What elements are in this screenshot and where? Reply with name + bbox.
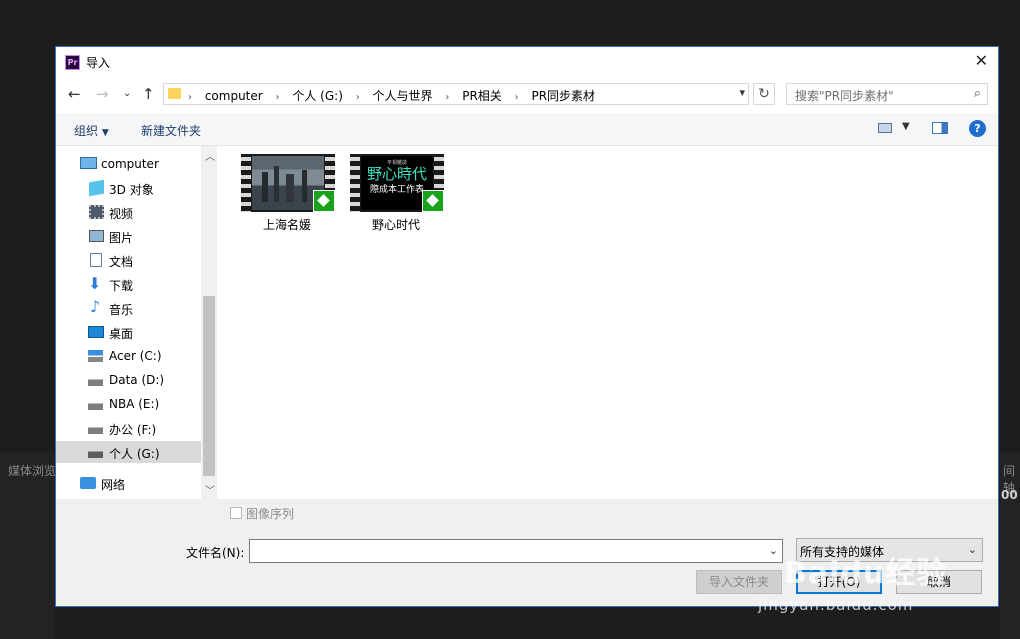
command-toolbar: 组织 ▼ 新建文件夹 ▼ ? [56,113,998,146]
watermark-brand: Baidu经验 [784,556,948,591]
file-name: 野心时代 [371,218,420,232]
breadcrumb: › computer › 个人 (G:) › 个人与世界 › PR相关 › PR… [188,89,596,103]
forward-arrow-icon[interactable]: → [96,85,109,103]
search-placeholder: 搜索"PR同步素材" [795,89,894,103]
sidebar-item-desktop[interactable]: 桌面 [56,321,201,343]
sidebar-item-network[interactable]: 网络 [56,472,201,494]
folder-icon [168,88,181,99]
download-icon: ⬇ [88,274,102,293]
sidebar-item-drive-g[interactable]: 个人 (G:) [56,441,201,463]
chevron-down-icon: ▼ [101,128,109,138]
network-icon [80,477,96,489]
chevron-down-icon[interactable]: ▼ [902,121,910,132]
close-icon[interactable]: ✕ [975,51,988,70]
address-bar[interactable]: › computer › 个人 (G:) › 个人与世界 › PR相关 › PR… [163,83,749,105]
breadcrumb-item[interactable]: computer [205,89,263,103]
scroll-down-arrow-icon[interactable]: ﹀ [205,482,215,497]
sidebar-scrollbar[interactable]: ︿ ﹀ [201,146,217,499]
desktop-icon [88,326,104,338]
filename-input[interactable]: ⌄ [249,539,783,563]
filename-label: 文件名(N): [186,546,245,560]
documents-icon [90,253,102,267]
sidebar-item-drive-d[interactable]: Data (D:) [56,369,201,391]
up-arrow-icon[interactable]: ↑ [142,85,155,103]
file-name: 上海名媛 [262,218,311,232]
background-panel-left [0,452,55,639]
background-panel-right-number: 00 [1001,488,1018,502]
sidebar-item-music[interactable]: ♪ 音乐 [56,297,201,319]
organize-button[interactable]: 组织 ▼ [74,122,109,139]
file-list: 上海名媛 平視雜誌 野心時代 際成本工作表 野心时代 [217,146,998,499]
video-thumbnail: 平視雜誌 野心時代 際成本工作表 [350,154,444,212]
import-dialog: Pr 导入 ✕ ← → ⌄ ↑ › computer › 个人 (G:) › 个… [55,46,999,607]
premiere-media-badge-icon [313,190,335,212]
breadcrumb-item[interactable]: 个人与世界 [373,89,433,103]
background-panel-left-title: 媒体浏览 [8,464,57,478]
drive-icon [88,374,103,386]
pictures-icon [89,230,104,242]
sidebar-item-drive-e[interactable]: NBA (E:) [56,393,201,415]
chevron-down-icon[interactable]: ▾ [739,86,745,99]
watermark-url: jingyan.baidu.com [758,596,914,614]
search-icon[interactable]: ⌕ [974,86,981,101]
drive-icon [88,422,103,434]
scrollbar-thumb[interactable] [203,296,215,476]
sidebar-item-drive-f[interactable]: 办公 (F:) [56,417,201,439]
drive-icon [88,398,103,410]
new-folder-button[interactable]: 新建文件夹 [141,122,201,139]
breadcrumb-item[interactable]: PR同步素材 [531,89,595,103]
windows-drive-icon [88,350,103,362]
sidebar-item-drive-c[interactable]: Acer (C:) [56,345,201,367]
sidebar-item-3d-objects[interactable]: 3D 对象 [56,177,201,199]
video-thumbnail [241,154,335,212]
recent-locations-chevron-icon[interactable]: ⌄ [123,88,131,99]
premiere-media-badge-icon [422,190,444,212]
music-icon: ♪ [90,297,101,316]
view-options-icon[interactable] [878,123,892,133]
sidebar-item-downloads[interactable]: ⬇ 下载 [56,273,201,295]
chevron-down-icon: ⌄ [967,543,977,556]
navigation-pane: computer 3D 对象 视频 图片 文档 ⬇ 下载 ♪ 音乐 桌面 Ace… [56,146,217,499]
sidebar-item-computer[interactable]: computer [56,153,201,175]
video-icon [89,205,104,219]
import-folder-button[interactable]: 导入文件夹 [696,570,782,594]
image-sequence-label: 图像序列 [246,507,295,521]
back-arrow-icon[interactable]: ← [68,85,81,103]
chevron-down-icon[interactable]: ⌄ [769,544,778,557]
drive-icon [88,446,103,458]
help-icon[interactable]: ? [969,120,986,137]
preview-pane-icon[interactable] [932,122,948,134]
search-input[interactable]: 搜索"PR同步素材" ⌕ [786,83,988,105]
image-sequence-checkbox[interactable] [230,507,242,519]
sidebar-item-documents[interactable]: 文档 [56,249,201,271]
sidebar-item-pictures[interactable]: 图片 [56,225,201,247]
dialog-title: 导入 [86,56,111,70]
navigation-bar: ← → ⌄ ↑ › computer › 个人 (G:) › 个人与世界 › P… [56,77,998,113]
breadcrumb-item[interactable]: 个人 (G:) [292,89,343,103]
scroll-up-arrow-icon[interactable]: ︿ [205,148,215,163]
breadcrumb-item[interactable]: PR相关 [462,89,502,103]
sidebar-item-video[interactable]: 视频 [56,201,201,223]
premiere-logo-icon: Pr [65,55,80,70]
computer-icon [80,157,97,169]
refresh-icon[interactable]: ↻ [753,83,775,105]
3d-objects-icon [89,179,104,197]
title-bar: Pr 导入 ✕ [56,47,998,77]
